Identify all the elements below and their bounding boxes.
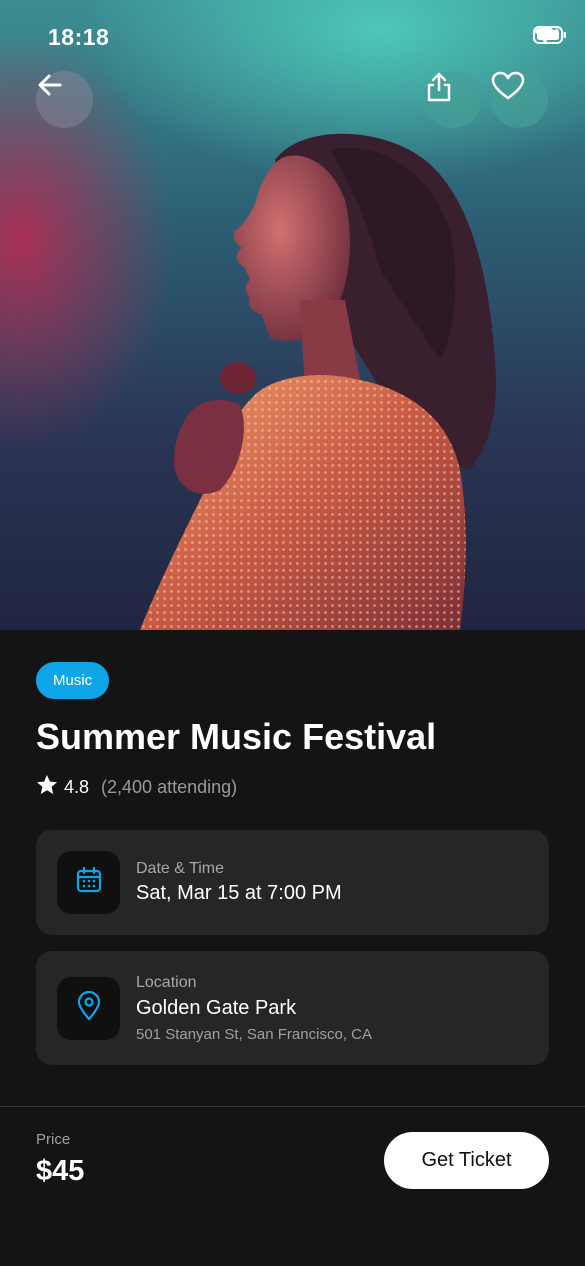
location-address: 501 Stanyan St, San Francisco, CA [136, 1026, 372, 1043]
event-hero-image: 18:18 [0, 0, 585, 630]
event-details: Music Summer Music Festival 4.8 (2,400 a… [0, 630, 585, 1106]
get-ticket-button[interactable]: Get Ticket [384, 1132, 549, 1189]
rating-row: 4.8 (2,400 attending) [36, 774, 237, 800]
share-button[interactable] [424, 71, 481, 128]
purchase-bar: Price $45 Get Ticket [0, 1106, 585, 1266]
event-title: Summer Music Festival [36, 716, 437, 757]
map-pin-icon [76, 990, 102, 1026]
location-label: Location [136, 974, 197, 991]
calendar-icon [75, 866, 103, 899]
favorite-button[interactable] [491, 71, 548, 128]
location-name: Golden Gate Park [136, 997, 297, 1019]
back-button[interactable] [36, 71, 93, 128]
price-value: $45 [36, 1155, 85, 1187]
calendar-icon-box [57, 851, 120, 914]
status-time: 18:18 [48, 24, 110, 50]
date-label: Date & Time [136, 860, 225, 877]
date-value: Sat, Mar 15 at 7:00 PM [136, 882, 342, 904]
price-label: Price [36, 1131, 71, 1148]
location-card[interactable]: Location Golden Gate Park 501 Stanyan St… [36, 951, 549, 1065]
attending-count: (2,400 attending) [101, 776, 238, 797]
date-time-card[interactable]: Date & Time Sat, Mar 15 at 7:00 PM [36, 830, 549, 935]
status-bar: 18:18 [0, 0, 585, 74]
star-icon [36, 774, 58, 800]
rating-value: 4.8 [64, 776, 90, 797]
category-badge[interactable]: Music [36, 662, 110, 699]
location-icon-box [57, 977, 120, 1040]
